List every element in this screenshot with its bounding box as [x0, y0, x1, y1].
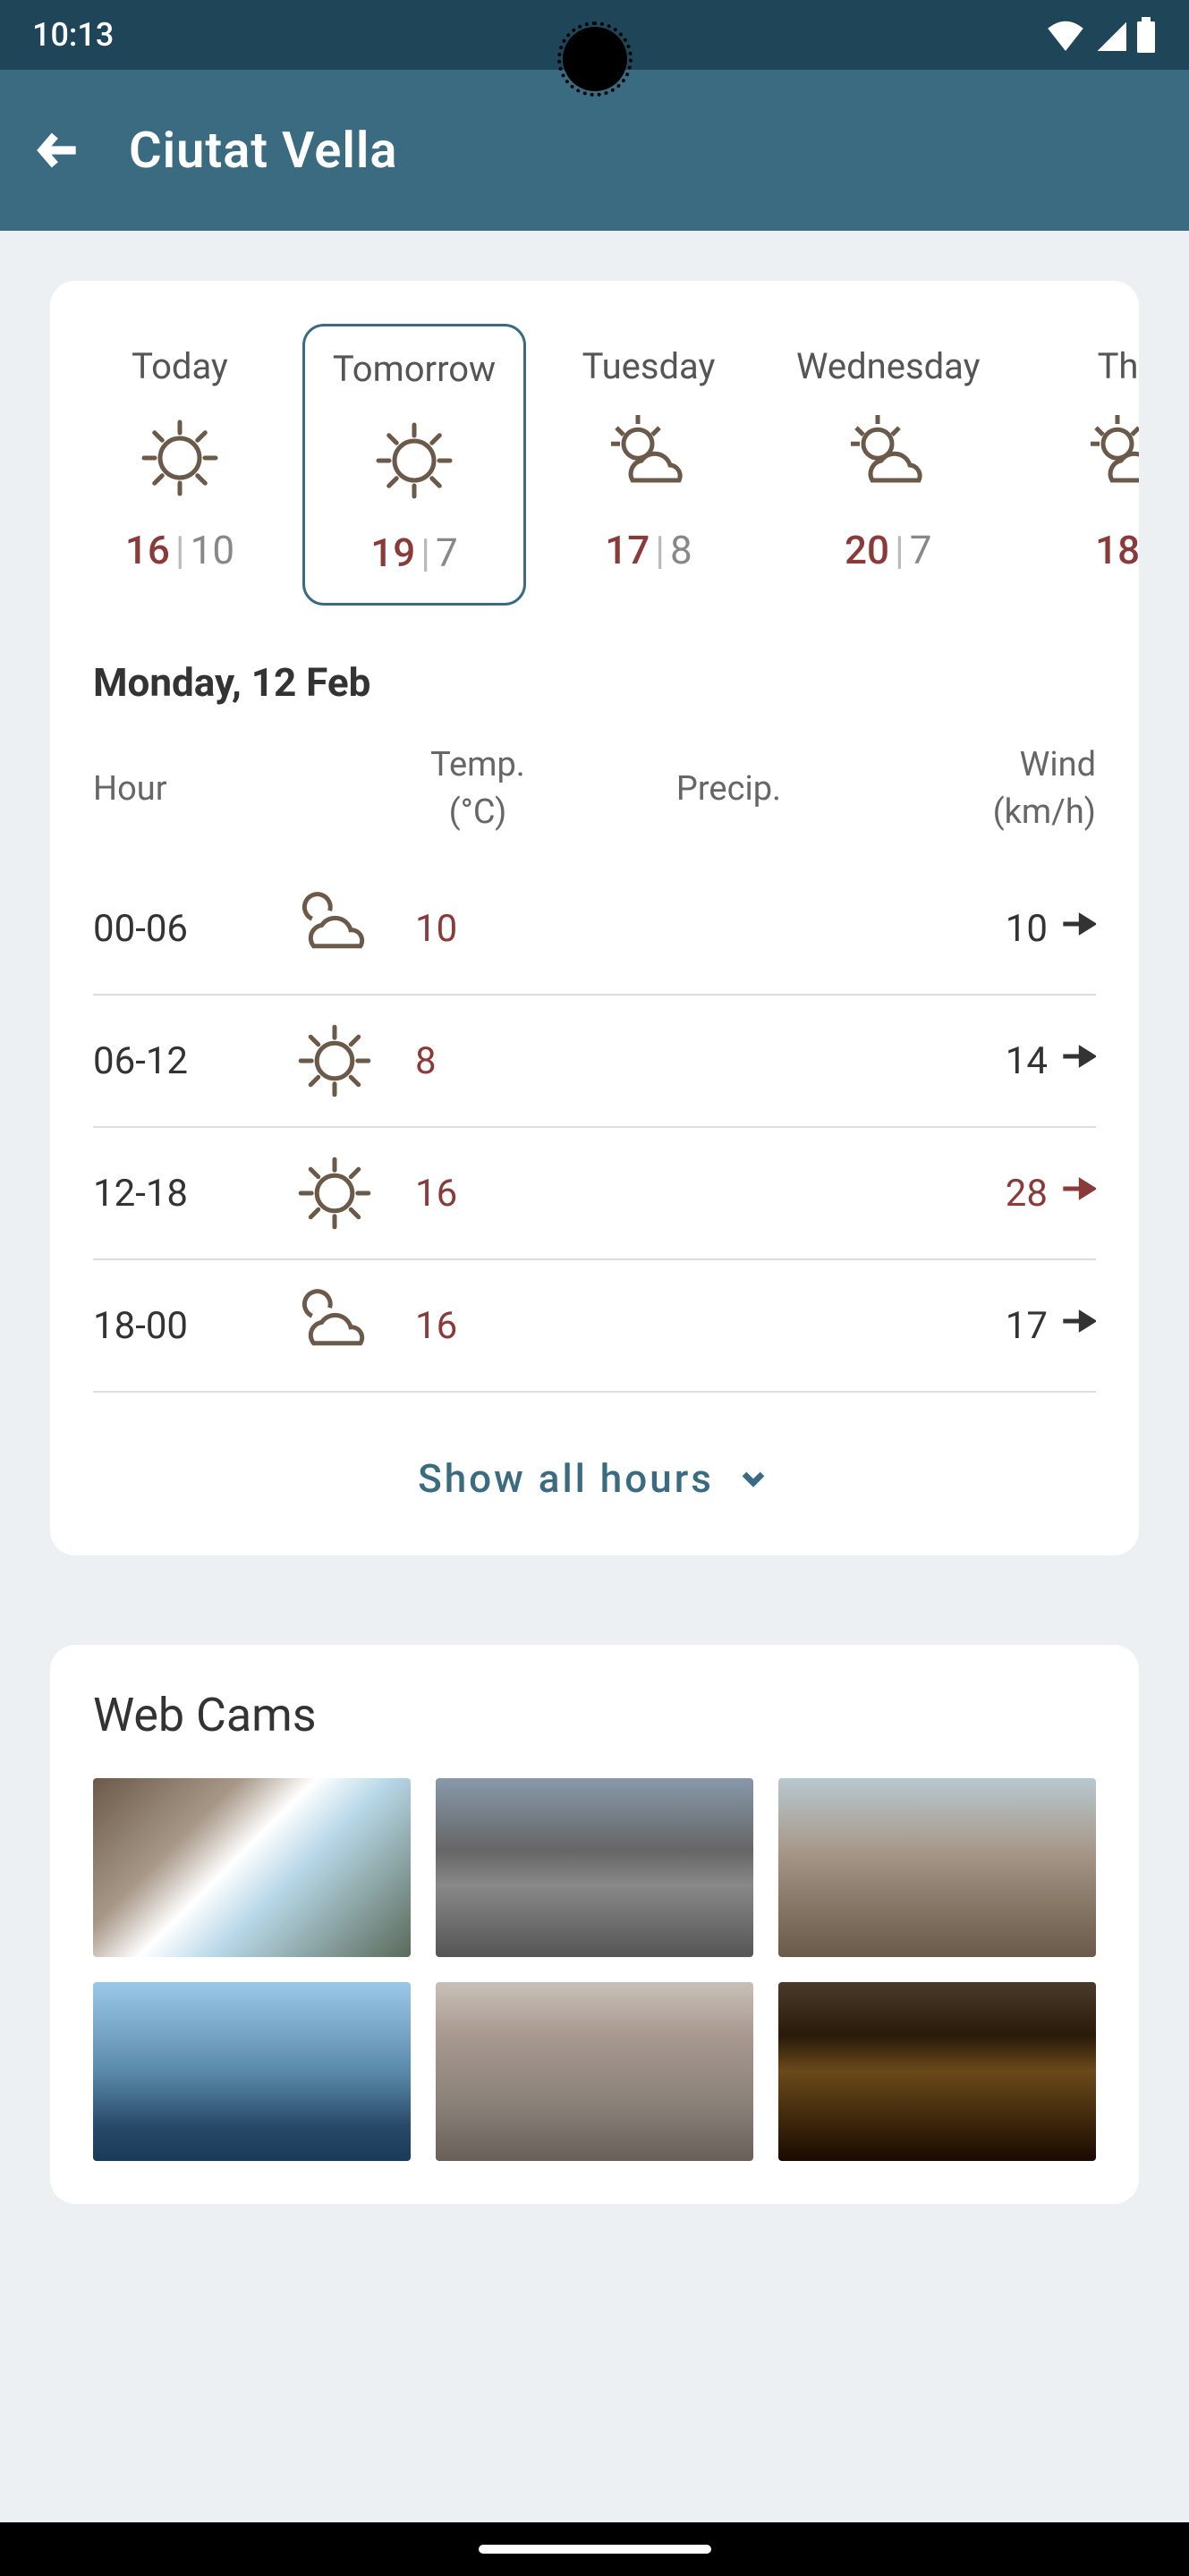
- cell-hour: 00-06: [93, 907, 272, 951]
- col-precip-header: Precip.: [558, 766, 899, 813]
- col-wind-header: Wind (km/h): [899, 741, 1096, 836]
- cell-temp: 16: [397, 1172, 558, 1216]
- cell-signal-icon: [1094, 19, 1126, 51]
- hourly-table: Hour Temp. (°C) Precip. Wind (km/h) 00-0…: [50, 741, 1139, 1393]
- cell-hour: 12-18: [93, 1172, 272, 1216]
- cell-wind: 14: [899, 1038, 1096, 1084]
- temp-low: 8: [670, 527, 692, 573]
- cell-temp: 8: [397, 1039, 558, 1083]
- sunny-icon: [330, 411, 498, 510]
- chevron-down-icon: [735, 1461, 771, 1496]
- wind-value: 28: [1006, 1172, 1048, 1216]
- hourly-row[interactable]: 18-00 16 17: [93, 1260, 1096, 1393]
- back-button[interactable]: [32, 123, 86, 177]
- day-tab-label: Wednesday: [796, 345, 981, 387]
- nav-bar: [0, 2522, 1189, 2576]
- page-title: Ciutat Vella: [129, 121, 398, 180]
- wind-value: 17: [1006, 1304, 1048, 1348]
- cell-hour: 06-12: [93, 1039, 272, 1083]
- wind-value: 10: [1006, 907, 1048, 951]
- partly-cloudy-icon: [796, 409, 981, 507]
- temp-low: 7: [436, 530, 458, 576]
- temp-low: 10: [191, 527, 234, 573]
- show-all-hours-label: Show all hours: [418, 1455, 714, 1502]
- arrow-left-icon: [34, 125, 84, 175]
- day-tab-tuesday[interactable]: Tuesday 17|8: [537, 324, 760, 606]
- webcam-thumb[interactable]: [778, 1778, 1096, 1957]
- col-temp-header: Temp. (°C): [397, 741, 558, 836]
- show-all-hours-button[interactable]: Show all hours: [50, 1455, 1139, 1502]
- day-tab-label: Today: [93, 345, 267, 387]
- status-icons: [1046, 17, 1157, 53]
- wind-value: 14: [1006, 1039, 1048, 1083]
- wind-arrow-icon: [1060, 1171, 1096, 1216]
- day-tab-wednesday[interactable]: Wednesday 20|7: [771, 324, 1006, 606]
- temp-low: 7: [910, 527, 932, 573]
- sunny-icon: [272, 1153, 397, 1233]
- sunny-icon: [93, 409, 267, 507]
- cell-wind: 28: [899, 1171, 1096, 1216]
- camera-cutout: [563, 27, 627, 91]
- wind-arrow-icon: [1060, 1303, 1096, 1349]
- hourly-row[interactable]: 12-18 16 28: [93, 1128, 1096, 1260]
- day-tab-temps: 20|7: [796, 527, 981, 573]
- webcams-grid: [93, 1778, 1096, 2160]
- wind-arrow-icon: [1060, 1038, 1096, 1084]
- cell-temp: 10: [397, 907, 558, 951]
- col-hour-header: Hour: [93, 766, 272, 813]
- webcam-thumb[interactable]: [436, 1778, 753, 1957]
- temp-high: 16: [125, 527, 170, 573]
- partly-cloudy-icon: [562, 409, 735, 507]
- sunny-icon: [272, 1021, 397, 1101]
- cloudy-night-icon: [272, 1285, 397, 1366]
- day-tab-temps: 18|: [1041, 527, 1139, 573]
- day-tab-label: Tuesday: [562, 345, 735, 387]
- date-heading: Monday, 12 Feb: [50, 606, 1139, 741]
- battery-icon: [1135, 17, 1157, 53]
- cell-wind: 10: [899, 906, 1096, 952]
- hourly-row[interactable]: 06-12 8 14: [93, 996, 1096, 1128]
- webcams-card: Web Cams: [50, 1645, 1139, 2203]
- cell-hour: 18-00: [93, 1304, 272, 1348]
- day-tab-tomorrow[interactable]: Tomorrow 19|7: [302, 324, 526, 606]
- day-tab-temps: 16|10: [93, 527, 267, 573]
- partly-cloudy-icon: [1041, 409, 1139, 507]
- day-tabs[interactable]: Today 16|10 Tomorrow 19|7 Tuesday 17|8 W…: [50, 324, 1139, 606]
- day-tab-label: Thu: [1041, 345, 1139, 387]
- nav-handle[interactable]: [479, 2545, 711, 2554]
- temp-high: 19: [370, 530, 415, 576]
- day-tab-temps: 17|8: [562, 527, 735, 573]
- day-tab-thu[interactable]: Thu 18|: [1016, 324, 1139, 606]
- forecast-card: Today 16|10 Tomorrow 19|7 Tuesday 17|8 W…: [50, 281, 1139, 1555]
- webcam-thumb[interactable]: [436, 1982, 753, 2161]
- cell-temp: 16: [397, 1304, 558, 1348]
- temp-high: 17: [605, 527, 650, 573]
- day-tab-today[interactable]: Today 16|10: [68, 324, 292, 606]
- webcams-title: Web Cams: [93, 1688, 1096, 1742]
- temp-high: 20: [845, 527, 889, 573]
- webcam-thumb[interactable]: [93, 1778, 411, 1957]
- hourly-row[interactable]: 00-06 10 10: [93, 863, 1096, 996]
- day-tab-label: Tomorrow: [330, 348, 498, 390]
- day-tab-temps: 19|7: [330, 530, 498, 576]
- cell-wind: 17: [899, 1303, 1096, 1349]
- temp-high: 18: [1095, 527, 1139, 573]
- status-time: 10:13: [32, 16, 114, 54]
- cloudy-night-icon: [272, 888, 397, 969]
- wind-arrow-icon: [1060, 906, 1096, 952]
- webcam-thumb[interactable]: [93, 1982, 411, 2161]
- table-header-row: Hour Temp. (°C) Precip. Wind (km/h): [93, 741, 1096, 863]
- wifi-icon: [1046, 19, 1085, 51]
- webcam-thumb[interactable]: [778, 1982, 1096, 2161]
